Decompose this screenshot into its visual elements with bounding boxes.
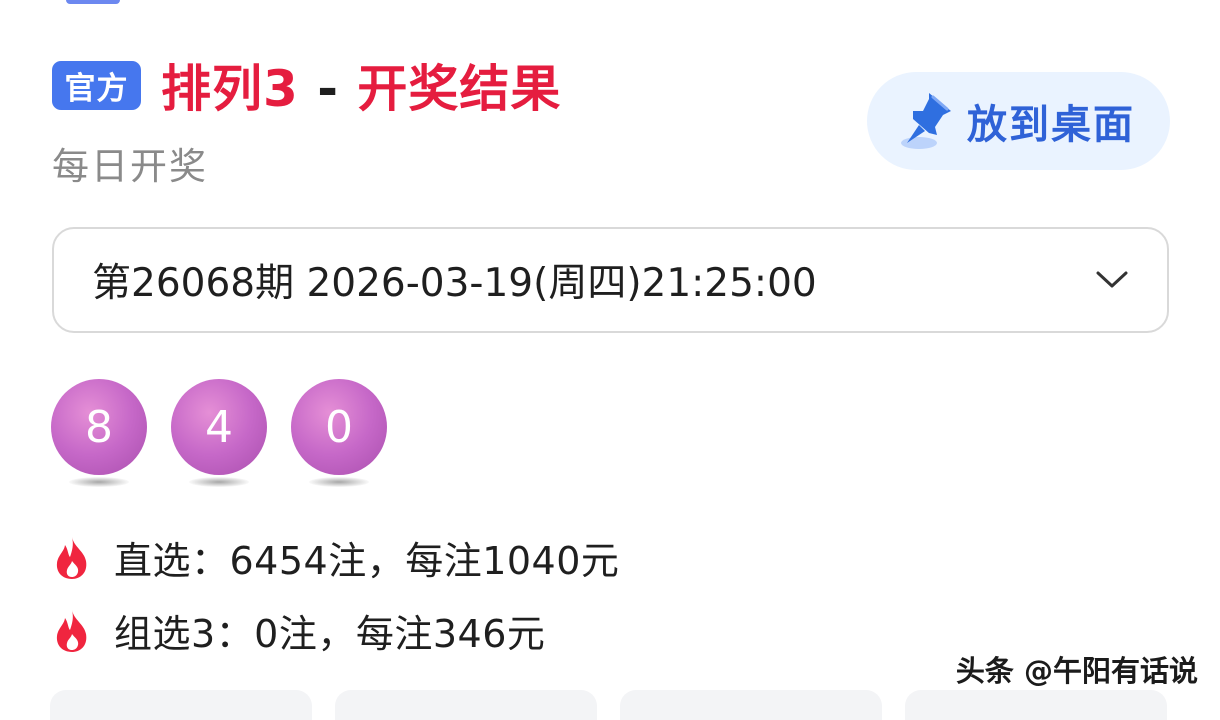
ball-shadow (69, 477, 129, 487)
title-separator: - (298, 60, 358, 118)
pin-icon (901, 93, 951, 149)
number-ball: 4 (171, 379, 267, 489)
add-to-desktop-label: 放到桌面 (967, 102, 1135, 148)
title-text: 排列3 - 开奖结果 (161, 49, 561, 121)
winning-numbers: 8 4 0 (51, 379, 411, 489)
watermark: 头条 @午阳有话说 (955, 654, 1198, 688)
draw-period-select[interactable]: 第26068期 2026-03-19(周四)21:25:00 (52, 227, 1169, 333)
page-title: 官方 排列3 - 开奖结果 (52, 54, 561, 118)
ball-shadow (309, 477, 369, 487)
add-to-desktop-button[interactable]: 放到桌面 (867, 72, 1170, 170)
bottom-tab-row (50, 690, 1190, 720)
number-ball-value: 8 (51, 379, 147, 475)
number-ball: 0 (291, 379, 387, 489)
title-game: 排列3 (161, 60, 299, 118)
prize-line-group3: 组选3：0注，每注346元 (52, 603, 545, 658)
number-ball-value: 0 (291, 379, 387, 475)
number-ball-value: 4 (171, 379, 267, 475)
bottom-tab[interactable] (335, 690, 597, 720)
draw-period-value: 第26068期 2026-03-19(周四)21:25:00 (92, 261, 817, 306)
fire-icon (56, 609, 87, 652)
chevron-down-icon (1096, 271, 1128, 288)
title-result: 开奖结果 (357, 60, 562, 118)
ball-shadow (189, 477, 249, 487)
bottom-tab[interactable] (905, 690, 1167, 720)
official-badge: 官方 (52, 60, 141, 110)
number-ball: 8 (51, 379, 147, 489)
fire-icon (56, 536, 87, 579)
top-tab-indicator (66, 0, 120, 4)
draw-frequency: 每日开奖 (52, 145, 208, 188)
prize-text: 直选：6454注，每注1040元 (114, 539, 620, 583)
prize-line-direct: 直选：6454注，每注1040元 (52, 530, 619, 585)
bottom-tab[interactable] (620, 690, 882, 720)
bottom-tab[interactable] (50, 690, 312, 720)
prize-text: 组选3：0注，每注346元 (114, 612, 546, 656)
